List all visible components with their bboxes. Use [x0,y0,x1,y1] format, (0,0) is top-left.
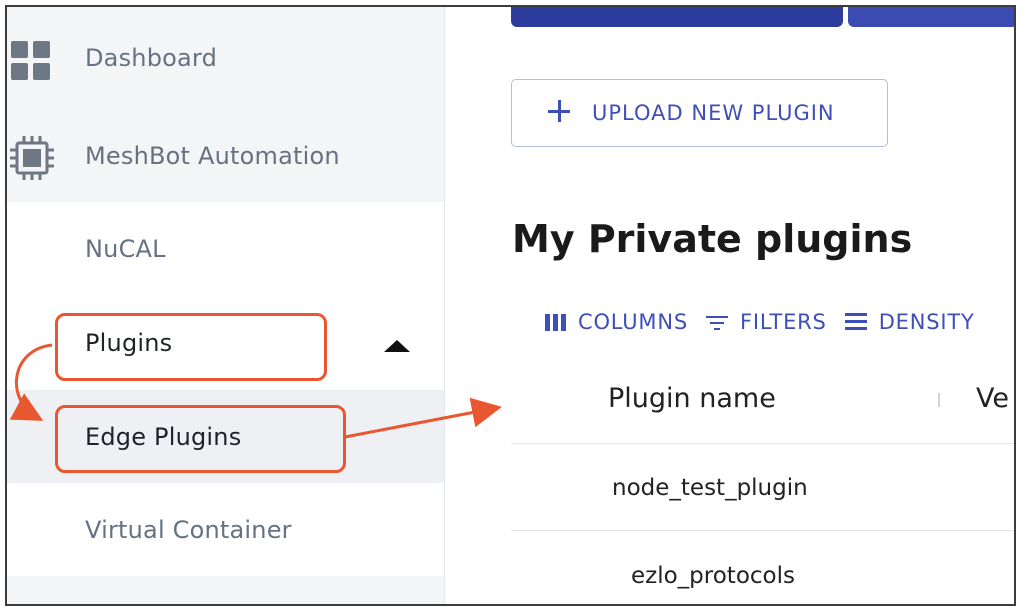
highlight-plugins [55,313,327,381]
sidebar-item-virtual-container[interactable]: Virtual Container [7,483,444,576]
screenshot-frame: Dashboard MeshBot Automation NuCAL Plugi… [5,5,1016,606]
sidebar-item-label: NuCAL [85,234,166,263]
row-divider [511,443,1014,444]
dashboard-icon [11,41,51,81]
grid-toolbar: COLUMNS FILTERS DENSITY [545,307,993,337]
page-title: My Private plugins [512,217,913,261]
columns-icon [545,313,566,331]
sidebar: Dashboard MeshBot Automation NuCAL Plugi… [7,7,445,604]
caret-up-icon[interactable] [384,340,410,352]
column-separator[interactable] [938,393,940,407]
partial-icon [25,604,37,606]
columns-label: COLUMNS [578,310,688,334]
sidebar-item-partial[interactable] [7,576,444,604]
sidebar-item-label: MeshBot Automation [85,141,340,170]
primary-action-button[interactable] [511,7,843,27]
sidebar-item-meshbot-automation[interactable]: MeshBot Automation [7,109,444,202]
column-header-version[interactable]: Ve [976,383,1009,414]
highlight-edge-plugins [55,405,346,473]
sidebar-item-nucal[interactable]: NuCAL [7,202,444,295]
filters-label: FILTERS [739,310,827,334]
column-header-plugin-name[interactable]: Plugin name [608,383,776,414]
sidebar-item-dashboard[interactable]: Dashboard [7,7,444,109]
table-cell-plugin-name[interactable]: node_test_plugin [612,475,808,501]
sidebar-item-label: Dashboard [85,44,218,72]
main-content: UPLOAD NEW PLUGIN My Private plugins COL… [445,7,1014,604]
chip-icon [10,136,54,180]
upload-new-plugin-button[interactable]: UPLOAD NEW PLUGIN [511,79,888,147]
filters-button[interactable]: FILTERS [705,310,827,334]
columns-button[interactable]: COLUMNS [545,310,688,334]
sidebar-item-label: Virtual Container [85,515,292,544]
upload-button-label: UPLOAD NEW PLUGIN [592,101,835,125]
secondary-action-button[interactable] [848,7,1014,27]
density-button[interactable]: DENSITY [844,310,975,334]
filter-icon [705,314,728,330]
row-divider [511,530,1014,531]
density-label: DENSITY [878,310,975,334]
plus-icon [548,100,570,122]
table-cell-plugin-name[interactable]: ezlo_protocols [631,563,795,589]
density-icon [844,313,867,331]
